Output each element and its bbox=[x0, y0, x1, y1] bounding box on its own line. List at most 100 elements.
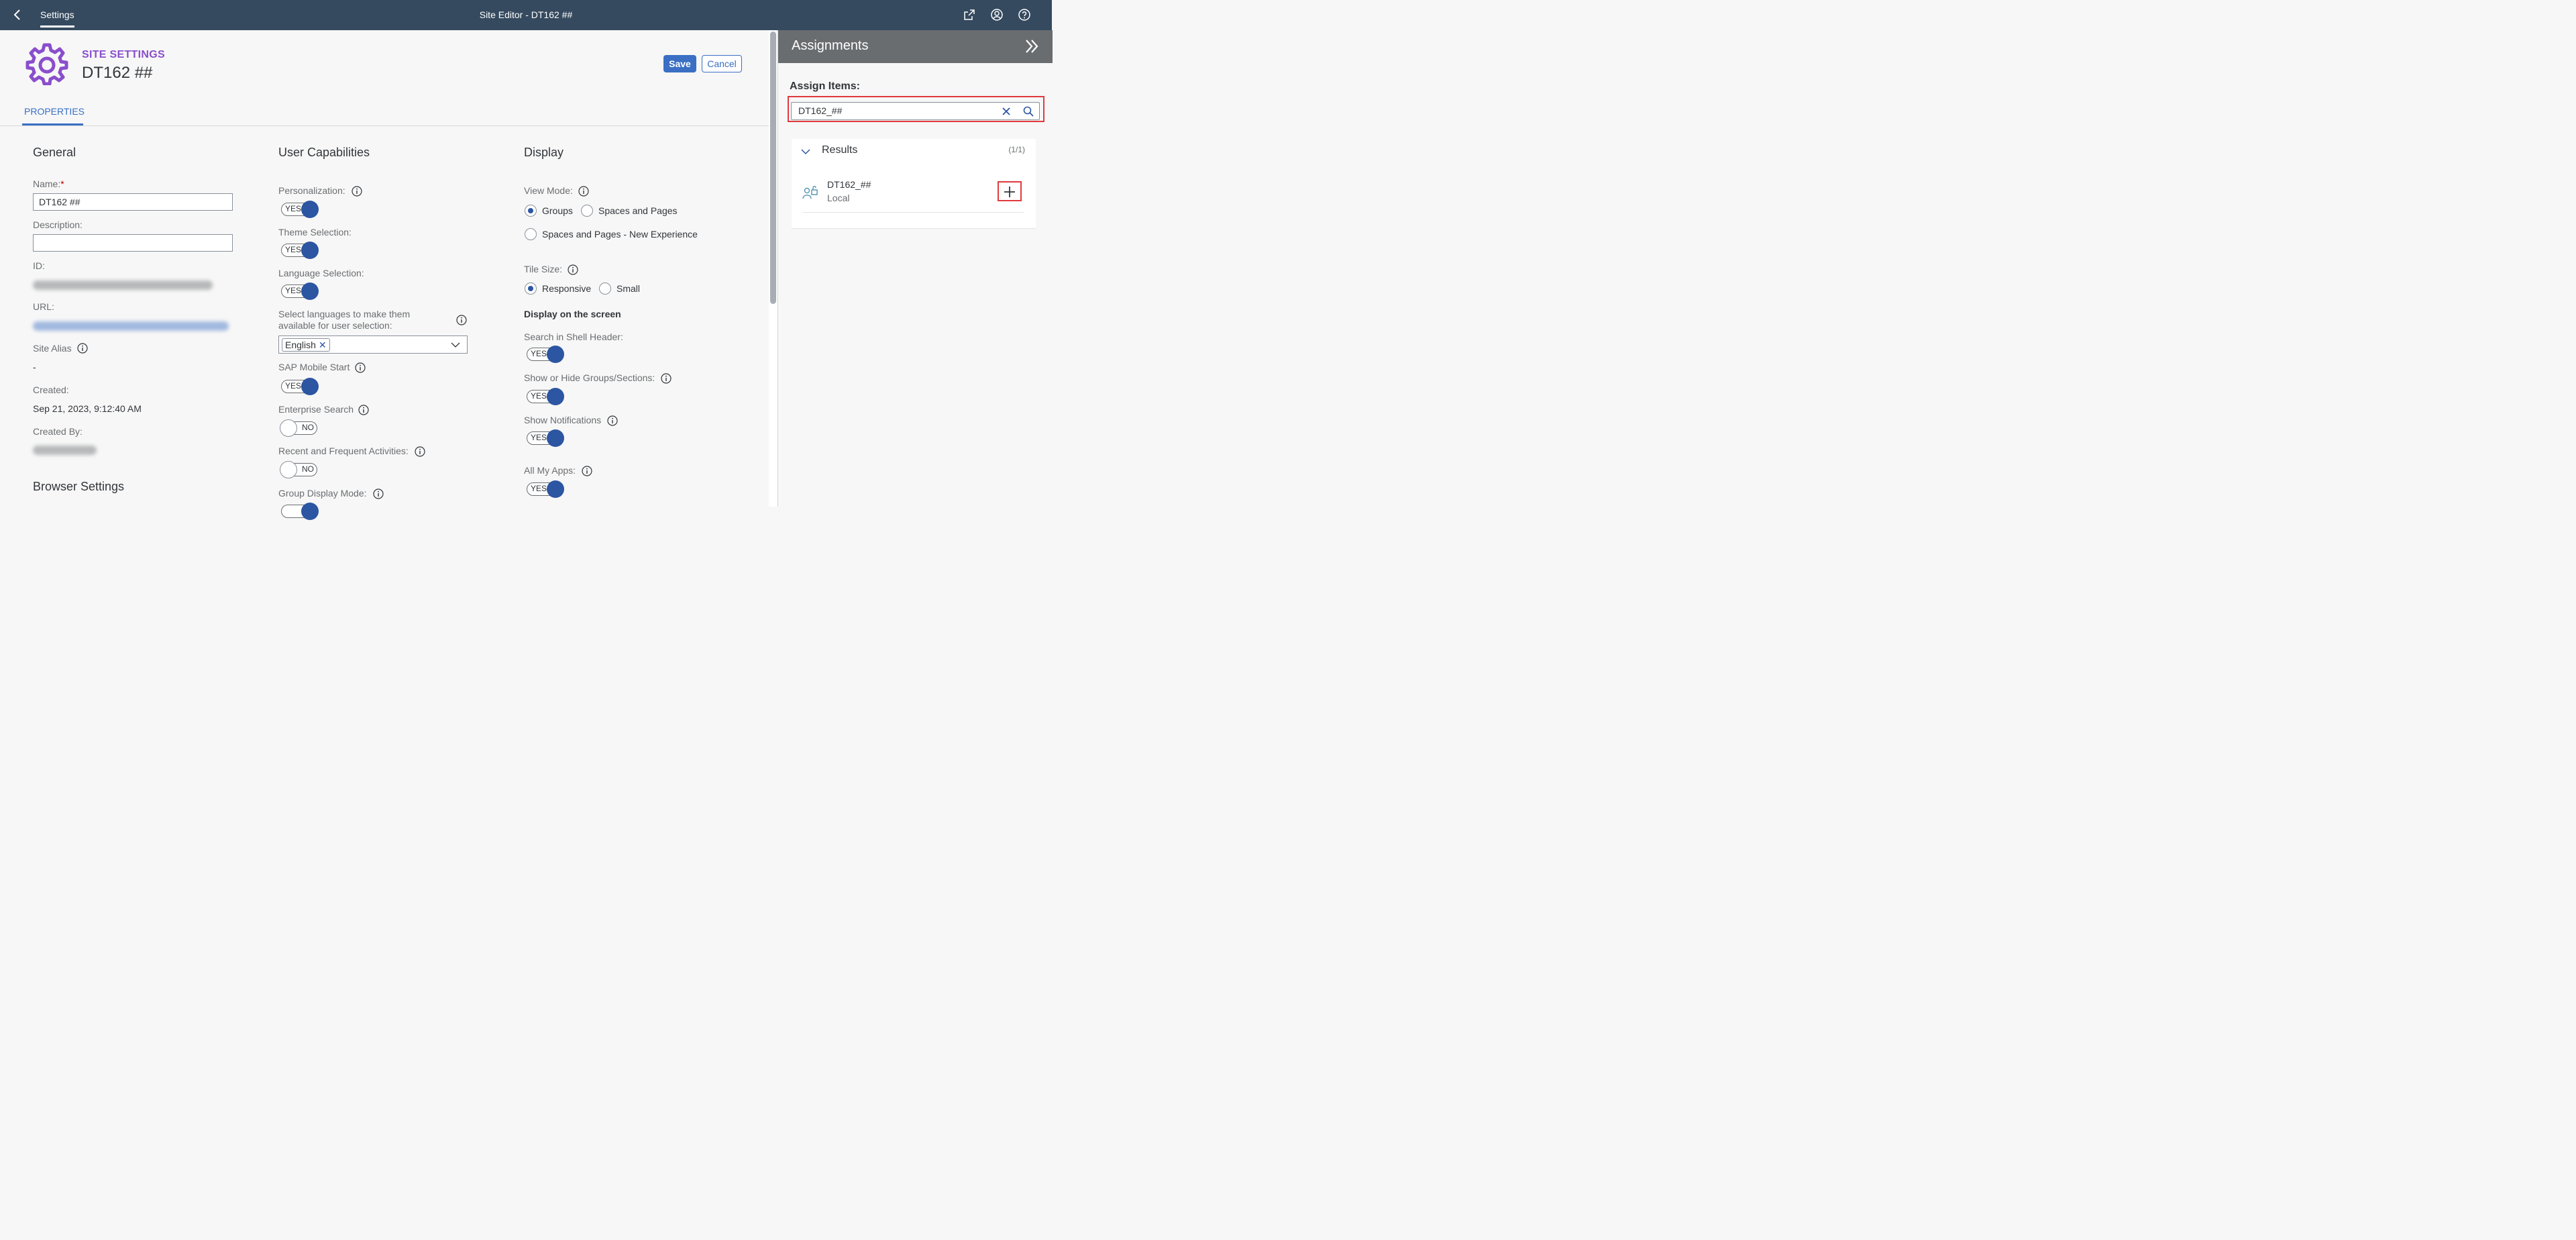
enterprise-search-toggle[interactable]: NO bbox=[280, 419, 319, 437]
description-label: Description: bbox=[33, 219, 83, 230]
url-link-redacted[interactable] bbox=[33, 321, 229, 331]
shell-title: Site Editor - DT162 ## bbox=[479, 9, 573, 20]
help-icon[interactable] bbox=[1018, 8, 1031, 21]
chevron-down-icon[interactable] bbox=[801, 147, 810, 156]
view-mode-spaces-label: Spaces and Pages bbox=[598, 205, 678, 216]
info-icon[interactable] bbox=[373, 488, 384, 499]
personalization-toggle[interactable]: YES bbox=[280, 201, 319, 218]
recent-frequent-toggle[interactable]: NO bbox=[280, 461, 319, 478]
id-label: ID: bbox=[33, 260, 45, 271]
select-languages-label: Select languages to make them available … bbox=[278, 309, 411, 331]
results-count: (1/1) bbox=[1008, 145, 1025, 154]
page-subtitle: SITE SETTINGS bbox=[82, 49, 165, 60]
result-item-name: DT162_## bbox=[827, 179, 871, 190]
share-icon[interactable] bbox=[963, 8, 976, 21]
tab-properties[interactable]: PROPERTIES bbox=[24, 106, 85, 117]
sap-mobile-start-label: SAP Mobile Start bbox=[278, 362, 350, 372]
languages-multicombo[interactable]: English ✕ bbox=[278, 335, 468, 354]
theme-selection-toggle[interactable]: YES bbox=[280, 242, 319, 259]
all-my-apps-label: All My Apps: bbox=[524, 465, 576, 476]
shell-bar: Site Editor - DT162 ## Settings bbox=[0, 0, 1052, 30]
result-item-source: Local bbox=[827, 193, 850, 203]
tab-properties-indicator bbox=[22, 123, 83, 125]
display-on-screen-heading: Display on the screen bbox=[524, 309, 621, 319]
view-mode-spaces-new-label: Spaces and Pages - New Experience bbox=[542, 229, 698, 240]
tab-settings-indicator bbox=[40, 25, 74, 28]
tile-size-small-label: Small bbox=[616, 283, 641, 294]
results-list: Results (1/1) DT162_## Local bbox=[792, 139, 1036, 229]
tile-size-label: Tile Size: bbox=[524, 264, 563, 274]
groups-sections-toggle[interactable]: YES bbox=[525, 388, 564, 405]
display-section-title: Display bbox=[524, 146, 564, 159]
double-chevron-right-icon[interactable] bbox=[1024, 38, 1040, 54]
language-selection-label: Language Selection: bbox=[278, 268, 364, 278]
site-alias-label: Site Alias bbox=[33, 343, 72, 354]
group-display-mode-label: Group Display Mode: bbox=[278, 488, 367, 499]
user-icon[interactable] bbox=[990, 8, 1004, 21]
info-icon[interactable] bbox=[352, 186, 362, 197]
assignments-title: Assignments bbox=[792, 38, 869, 53]
assign-items-label: Assign Items: bbox=[790, 81, 860, 92]
view-mode-groups-radio[interactable] bbox=[525, 205, 537, 217]
group-display-mode-toggle[interactable] bbox=[280, 503, 319, 520]
browser-settings-title: Browser Settings bbox=[33, 480, 125, 493]
info-icon[interactable] bbox=[415, 446, 425, 457]
show-notifications-label: Show Notifications bbox=[524, 415, 602, 425]
site-settings-page: SITE SETTINGS DT162 ## Save Cancel PROPE… bbox=[0, 30, 769, 520]
cancel-button[interactable]: Cancel bbox=[702, 55, 742, 72]
info-icon[interactable] bbox=[568, 264, 578, 275]
view-mode-spaces-new-radio[interactable] bbox=[525, 228, 537, 240]
id-value-redacted bbox=[33, 280, 213, 290]
tile-size-responsive-radio[interactable] bbox=[525, 282, 537, 295]
tile-size-small-radio[interactable] bbox=[599, 282, 611, 295]
language-selection-toggle[interactable]: YES bbox=[280, 282, 319, 300]
token-remove-icon[interactable]: ✕ bbox=[319, 340, 327, 350]
info-icon[interactable] bbox=[661, 373, 672, 384]
info-icon[interactable] bbox=[358, 405, 369, 415]
name-label: Name:* bbox=[33, 178, 64, 189]
personalization-label: Personalization: bbox=[278, 185, 345, 196]
search-shell-header-toggle[interactable]: YES bbox=[525, 346, 564, 363]
info-icon[interactable] bbox=[582, 466, 592, 476]
info-icon[interactable] bbox=[355, 362, 366, 373]
name-field[interactable]: DT162 ## bbox=[33, 193, 233, 211]
created-label: Created: bbox=[33, 384, 69, 395]
search-query: DT162_## bbox=[798, 105, 843, 116]
list-item: DT162_## Local bbox=[802, 172, 1024, 213]
chevron-down-icon[interactable] bbox=[451, 342, 460, 348]
created-value: Sep 21, 2023, 9:12:40 AM bbox=[33, 403, 142, 414]
view-mode-groups-label: Groups bbox=[542, 205, 573, 216]
search-shell-header-label: Search in Shell Header: bbox=[524, 331, 623, 342]
info-icon[interactable] bbox=[607, 415, 618, 426]
role-unlocked-icon bbox=[802, 186, 818, 199]
created-by-label: Created By: bbox=[33, 426, 83, 437]
user-capabilities-title: User Capabilities bbox=[278, 146, 370, 159]
info-icon[interactable] bbox=[77, 343, 88, 354]
theme-selection-label: Theme Selection: bbox=[278, 227, 352, 238]
save-button[interactable]: Save bbox=[663, 55, 696, 72]
info-icon[interactable] bbox=[456, 315, 467, 325]
assignments-panel: Assignments Assign Items: DT162_## Resul… bbox=[777, 30, 1053, 507]
description-field[interactable] bbox=[33, 234, 233, 252]
results-title: Results bbox=[822, 144, 858, 156]
tile-size-responsive-label: Responsive bbox=[542, 283, 592, 294]
info-icon[interactable] bbox=[578, 186, 589, 197]
assign-search-input[interactable]: DT162_## bbox=[791, 102, 1040, 120]
search-icon[interactable] bbox=[1023, 106, 1034, 117]
view-mode-spaces-radio[interactable] bbox=[581, 205, 593, 217]
recent-frequent-label: Recent and Frequent Activities: bbox=[278, 446, 409, 456]
main-scrollbar-thumb[interactable] bbox=[770, 32, 776, 304]
object-header: SITE SETTINGS DT162 ## Save Cancel PROPE… bbox=[0, 30, 769, 126]
groups-sections-label: Show or Hide Groups/Sections: bbox=[524, 372, 655, 383]
gear-icon bbox=[25, 43, 68, 85]
sap-mobile-start-toggle[interactable]: YES bbox=[280, 378, 319, 395]
add-icon[interactable] bbox=[1002, 185, 1018, 199]
enterprise-search-label: Enterprise Search bbox=[278, 404, 354, 415]
url-label: URL: bbox=[33, 301, 54, 312]
site-alias-value: - bbox=[33, 362, 36, 372]
language-token[interactable]: English ✕ bbox=[282, 338, 330, 352]
all-my-apps-toggle[interactable]: YES bbox=[525, 480, 564, 498]
assignments-panel-header: Assignments bbox=[778, 30, 1053, 63]
clear-icon[interactable] bbox=[1002, 107, 1011, 116]
show-notifications-toggle[interactable]: YES bbox=[525, 429, 564, 447]
